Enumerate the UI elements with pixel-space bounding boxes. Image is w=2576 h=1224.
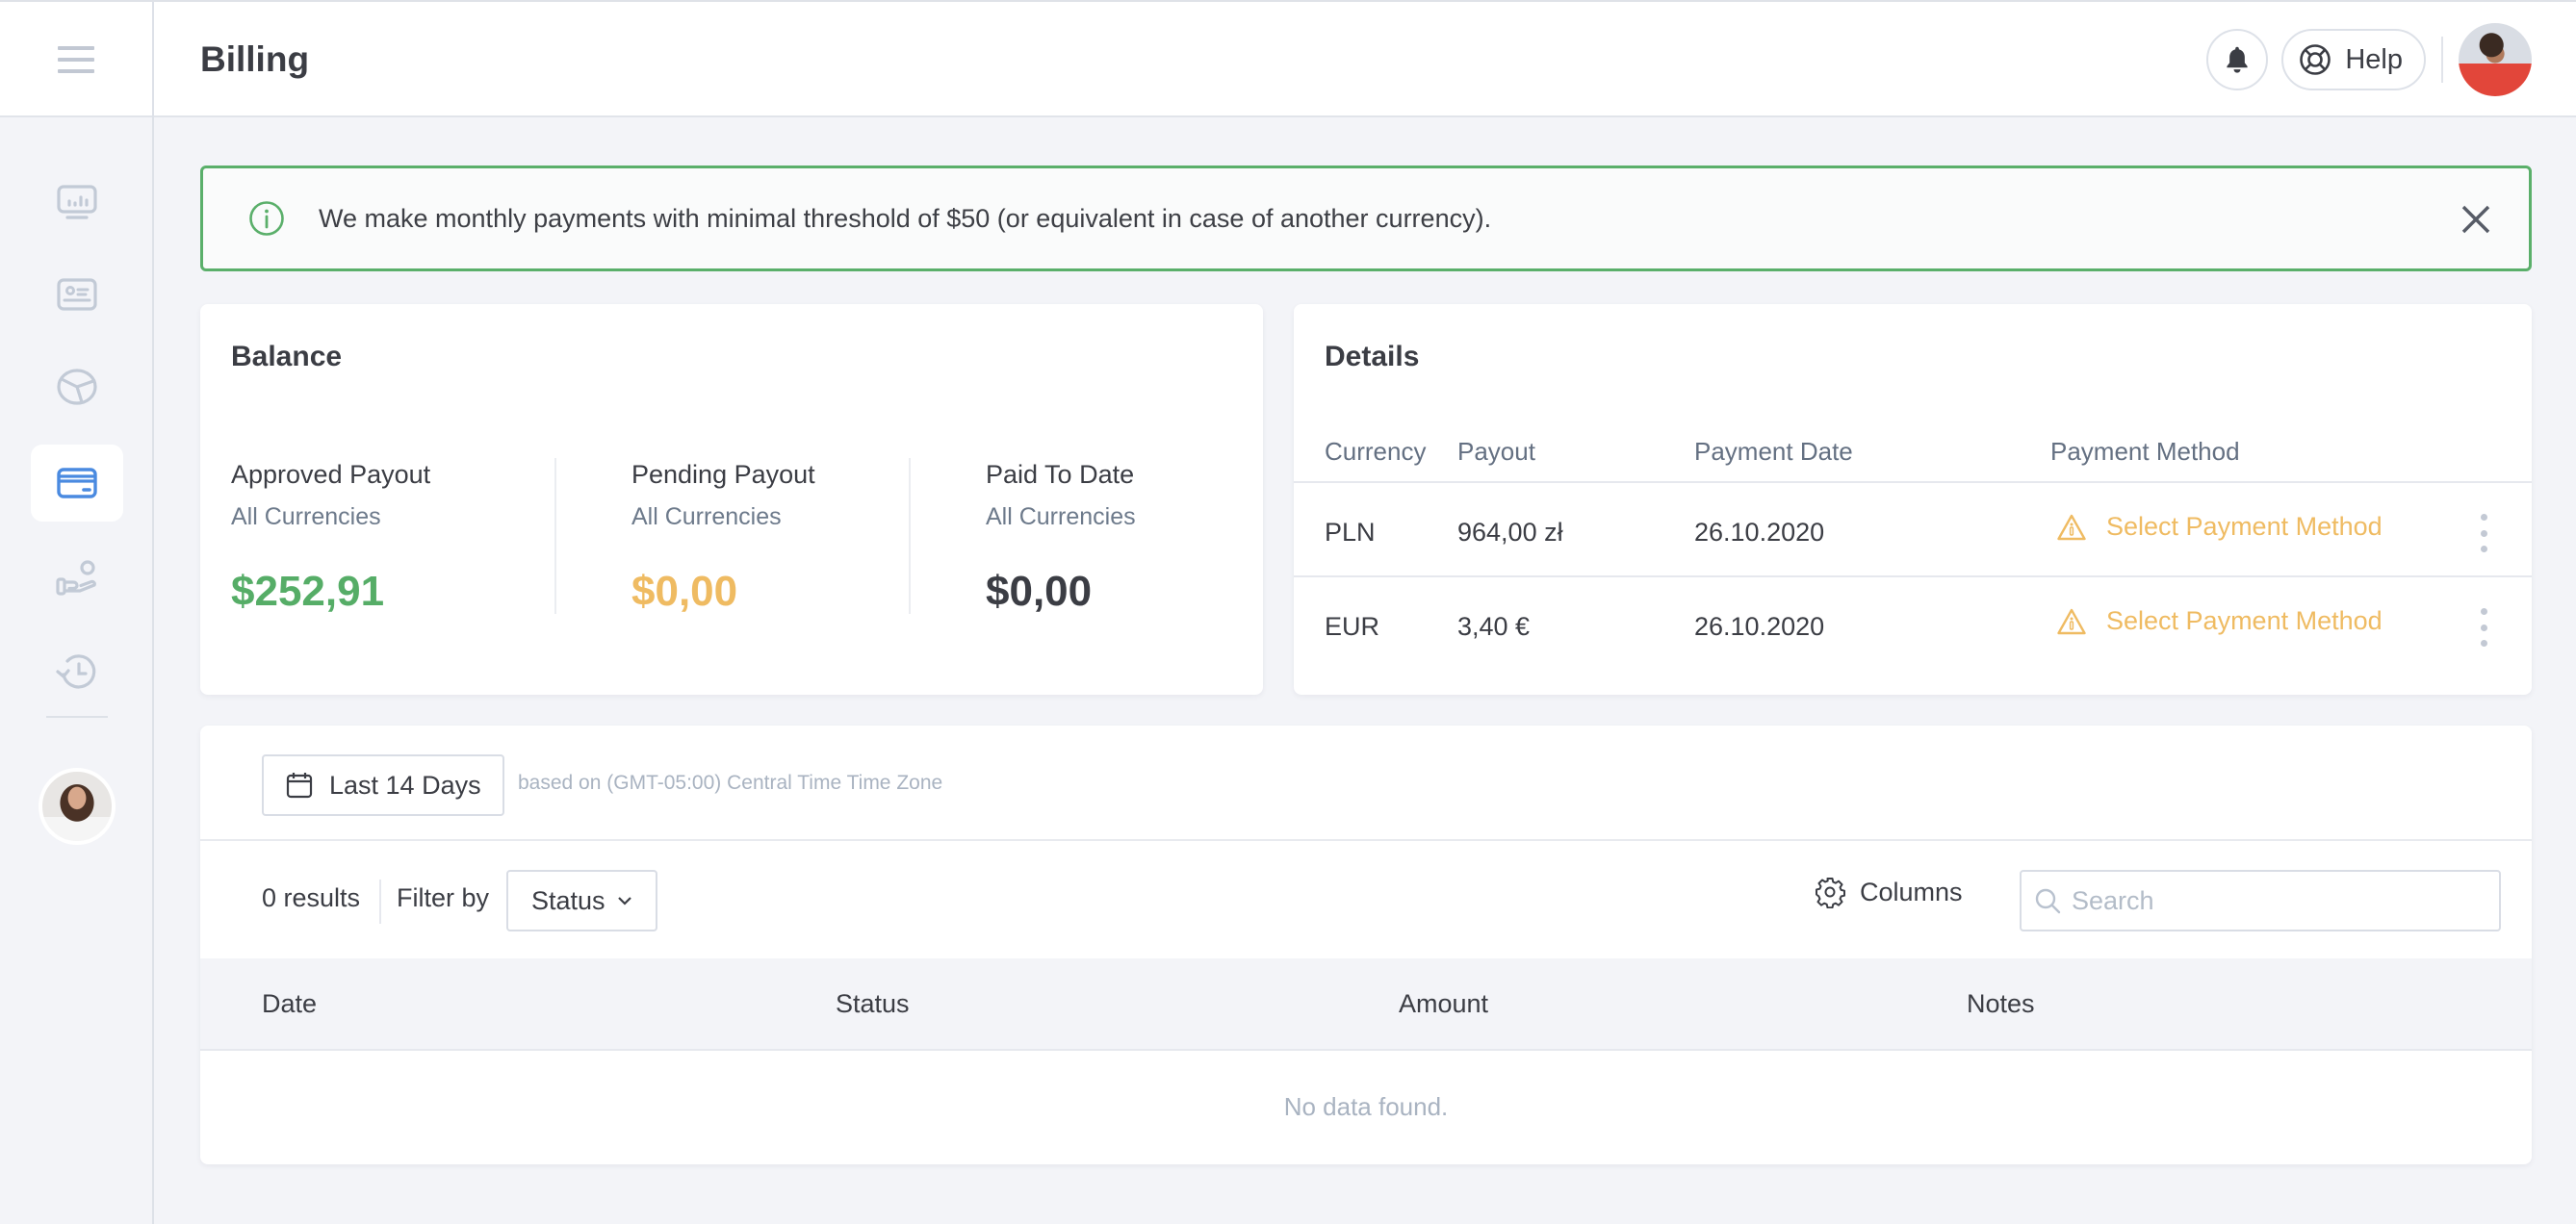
info-circle-icon — [249, 201, 284, 236]
warning-icon — [2057, 514, 2086, 540]
status-filter-select[interactable]: Status — [506, 870, 657, 931]
stat-divider — [554, 458, 556, 614]
transactions-panel: Last 14 Days based on (GMT-05:00) Centra… — [200, 726, 2532, 1164]
cell-payout: 964,00 zł — [1457, 518, 1563, 547]
date-range-label: Last 14 Days — [329, 770, 481, 800]
app-root: Billing Help We make monthly payments wi… — [0, 0, 2576, 1224]
results-count: 0 results — [262, 883, 361, 912]
filter-divider — [379, 880, 381, 924]
details-card: Details Currency Payout Payment Date Pay… — [1294, 304, 2532, 695]
sidebar — [0, 117, 154, 1224]
transactions-table-header: Date Status Amount Notes — [200, 958, 2532, 1051]
bell-icon — [2227, 46, 2248, 73]
stat-value: $252,91 — [231, 568, 385, 615]
column-header-currency: Currency — [1325, 437, 1427, 466]
cell-payment-date: 26.10.2020 — [1694, 518, 1825, 547]
chevron-down-icon — [617, 897, 631, 905]
sidebar-item-profile[interactable] — [31, 256, 123, 333]
menu-cell — [0, 2, 154, 117]
column-header-amount[interactable]: Amount — [1399, 989, 1488, 1019]
credit-card-icon — [57, 468, 97, 498]
stat-sub: All Currencies — [986, 503, 1136, 530]
filter-bar: 0 results Filter by Status Columns — [200, 843, 2532, 958]
details-title: Details — [1325, 341, 1420, 372]
stat-paid-to-date: Paid To Date All Currencies $0,00 — [986, 460, 1136, 616]
payment-method-label: Select Payment Method — [2106, 512, 2383, 541]
stat-value: $0,00 — [631, 568, 738, 615]
page-title: Billing — [200, 39, 310, 79]
pie-chart-icon — [57, 369, 97, 405]
table-row: EUR 3,40 € 26.10.2020 Select Payment Met… — [1294, 579, 2532, 672]
stat-label: Pending Payout — [631, 460, 815, 489]
payment-method-label: Select Payment Method — [2106, 606, 2383, 635]
search-input[interactable] — [2072, 885, 2476, 916]
column-header-payment-method: Payment Method — [2050, 437, 2240, 466]
help-button[interactable]: Help — [2281, 29, 2426, 90]
stat-divider — [909, 458, 911, 614]
top-bar: Billing Help — [0, 2, 2576, 117]
balance-title: Balance — [231, 341, 343, 372]
close-icon[interactable] — [2460, 203, 2492, 236]
sidebar-item-reports[interactable] — [31, 348, 123, 425]
hamburger-icon[interactable] — [58, 46, 94, 73]
gear-icon — [1816, 878, 1845, 908]
cell-currency: EUR — [1325, 612, 1380, 641]
select-payment-method-link[interactable]: Select Payment Method — [2056, 606, 2383, 636]
stat-pending-payout: Pending Payout All Currencies $0,00 — [631, 460, 815, 616]
details-table-header: Currency Payout Payment Date Payment Met… — [1294, 427, 2532, 483]
history-icon — [56, 654, 96, 689]
stat-label: Paid To Date — [986, 460, 1135, 489]
sidebar-item-billing[interactable] — [31, 445, 123, 522]
date-range-button[interactable]: Last 14 Days — [262, 754, 504, 816]
select-payment-method-link[interactable]: Select Payment Method — [2056, 512, 2383, 542]
column-header-date[interactable]: Date — [262, 989, 317, 1019]
cell-payment-date: 26.10.2020 — [1694, 612, 1825, 641]
hand-coin-icon — [56, 560, 96, 596]
stat-value: $0,00 — [986, 568, 1093, 615]
sidebar-item-dashboard[interactable] — [31, 164, 123, 241]
user-avatar[interactable] — [2459, 23, 2532, 96]
id-card-icon — [57, 278, 97, 311]
sidebar-item-payouts[interactable] — [31, 541, 123, 618]
info-alert: We make monthly payments with minimal th… — [200, 166, 2532, 271]
alert-text: We make monthly payments with minimal th… — [319, 203, 1492, 233]
column-header-payment-date: Payment Date — [1694, 437, 1853, 466]
row-actions-menu-icon[interactable] — [2474, 514, 2493, 552]
timezone-note: based on (GMT-05:00) Central Time Time Z… — [518, 772, 943, 794]
help-label: Help — [2345, 43, 2403, 75]
status-filter-value: Status — [531, 885, 605, 915]
calendar-icon — [286, 773, 313, 799]
stat-sub: All Currencies — [231, 503, 381, 530]
empty-state-text: No data found. — [1283, 1092, 1449, 1121]
warning-icon — [2057, 608, 2086, 634]
column-header-status[interactable]: Status — [836, 989, 910, 1019]
balance-card: Balance Approved Payout All Currencies $… — [200, 304, 1263, 695]
columns-label: Columns — [1860, 877, 1963, 906]
lifebuoy-icon — [2300, 44, 2331, 75]
row-actions-menu-icon[interactable] — [2474, 608, 2493, 647]
notifications-button[interactable] — [2206, 29, 2269, 90]
columns-button[interactable]: Columns — [1814, 876, 1963, 908]
table-row: PLN 964,00 zł 26.10.2020 Select Payment … — [1294, 485, 2532, 577]
column-header-notes[interactable]: Notes — [1967, 989, 2035, 1019]
date-range-bar: Last 14 Days based on (GMT-05:00) Centra… — [200, 726, 2532, 841]
stat-sub: All Currencies — [631, 503, 782, 530]
sidebar-divider — [46, 716, 108, 718]
sidebar-avatar[interactable] — [39, 768, 116, 845]
cell-payout: 3,40 € — [1457, 612, 1531, 641]
sidebar-item-history[interactable] — [31, 633, 123, 710]
top-actions: Help — [2206, 23, 2532, 96]
search-field — [2020, 870, 2501, 931]
search-icon — [2035, 888, 2061, 914]
stat-approved-payout: Approved Payout All Currencies $252,91 — [231, 460, 430, 616]
column-header-payout: Payout — [1457, 437, 1535, 466]
monitor-chart-icon — [57, 185, 97, 219]
filter-label: Filter by — [397, 883, 490, 912]
stat-label: Approved Payout — [231, 460, 431, 489]
cell-currency: PLN — [1325, 518, 1376, 547]
top-divider — [2441, 37, 2443, 83]
